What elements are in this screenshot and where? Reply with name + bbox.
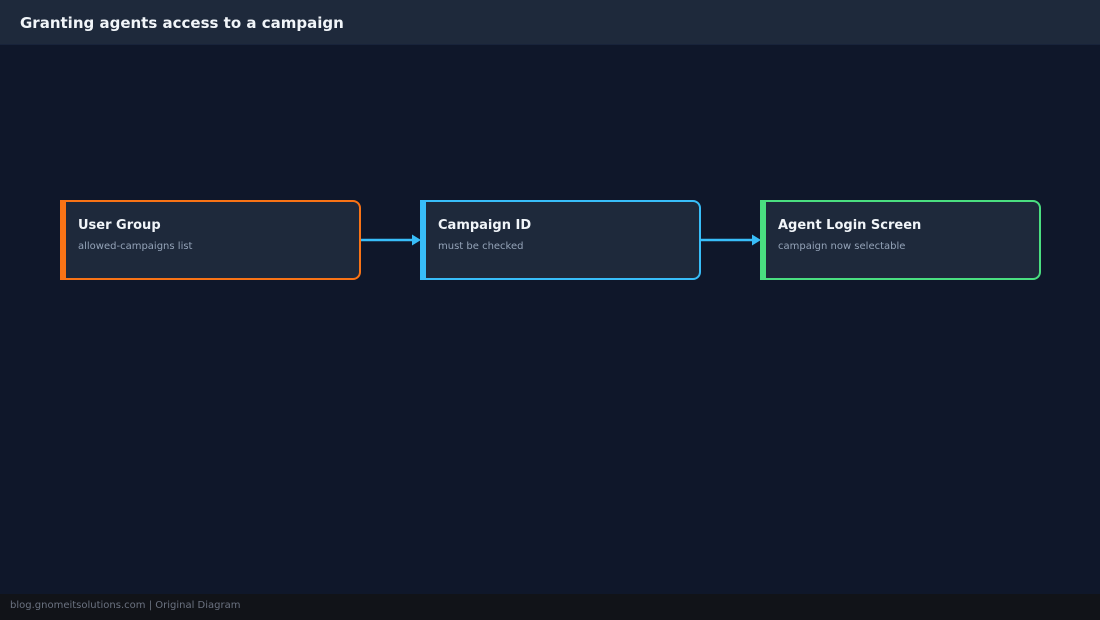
node-title: Campaign ID [438, 218, 532, 233]
edge-user-group-to-campaign-id [360, 234, 421, 246]
node-subtitle: campaign now selectable [778, 241, 906, 252]
node-campaign-id: Campaign ID must be checked [420, 200, 701, 280]
footer-bar: blog.gnomeitsolutions.com | Original Dia… [0, 594, 1100, 620]
diagram-canvas: User Group allowed-campaigns list Campai… [0, 45, 1100, 594]
node-agent-login-screen: Agent Login Screen campaign now selectab… [760, 200, 1041, 280]
edge-campaign-id-to-agent-login [700, 234, 761, 246]
edges-layer [360, 234, 761, 246]
node-subtitle: must be checked [438, 241, 524, 252]
footer-credit: blog.gnomeitsolutions.com | Original Dia… [10, 600, 241, 611]
node-title: Agent Login Screen [778, 218, 922, 233]
node-user-group: User Group allowed-campaigns list [60, 200, 361, 280]
node-title: User Group [78, 218, 161, 233]
node-subtitle: allowed-campaigns list [78, 241, 193, 252]
header-bar: Granting agents access to a campaign [0, 0, 1100, 45]
page-title: Granting agents access to a campaign [20, 14, 344, 32]
